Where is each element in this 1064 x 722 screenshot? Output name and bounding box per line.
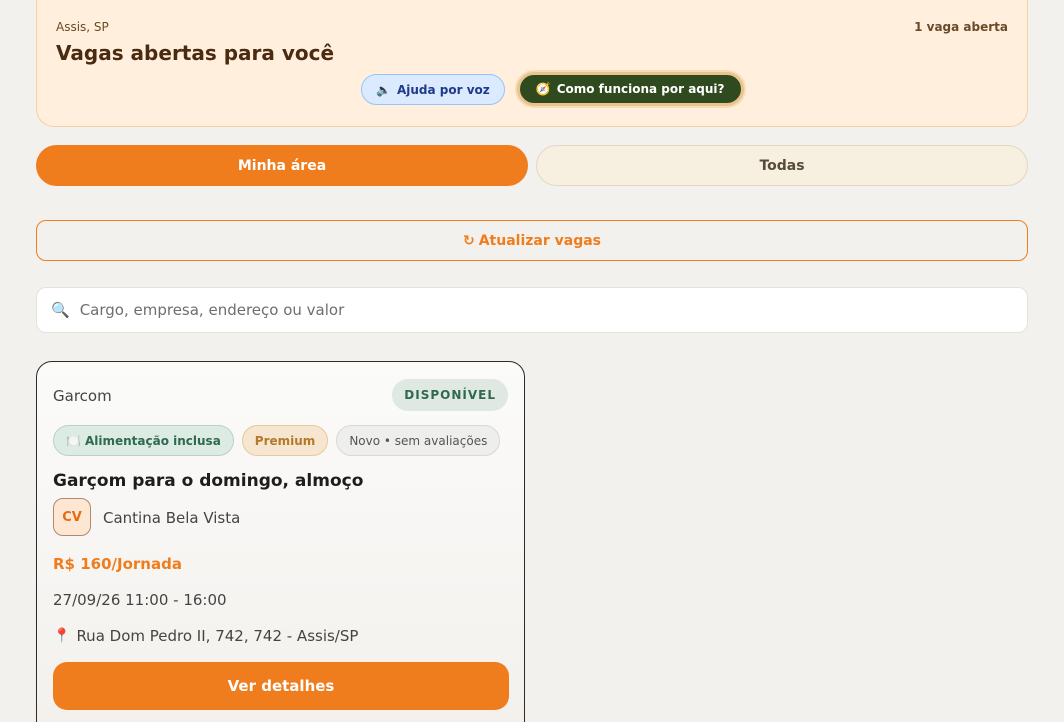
search-bar: 🔍 [36, 287, 1028, 333]
chip-rating: Novo • sem avaliações [336, 425, 501, 456]
status-badge: DISPONÍVEL [392, 379, 508, 411]
job-pay: R$ 160/Jornada [53, 555, 182, 573]
voice-help-label: Ajuda por voz [396, 82, 490, 97]
how-it-works-label: Como funciona por aqui? [556, 82, 725, 96]
location-label: Assis, SP [56, 20, 109, 34]
chip-food: 🍽️ Alimentação inclusa [53, 425, 234, 456]
job-datetime: 27/09/26 11:00 - 16:00 [53, 591, 227, 609]
refresh-label: Atualizar vagas [478, 232, 602, 249]
voice-help-button[interactable]: 🔈 Ajuda por voz [361, 74, 505, 105]
job-card: Garcom DISPONÍVEL 🍽️ Alimentação inclusa… [36, 361, 525, 722]
job-title: Garçom para o domingo, almoço [53, 471, 364, 491]
meal-icon: 🍽️ [66, 433, 81, 448]
compass-icon: 🧭 [535, 82, 551, 96]
address-text: Rua Dom Pedro II, 742, 742 - Assis/SP [76, 627, 359, 645]
magnifier-icon: 🔍 [51, 301, 70, 319]
job-address: 📍 Rua Dom Pedro II, 742, 742 - Assis/SP [53, 627, 358, 645]
page-title: Vagas abertas para você [56, 41, 335, 65]
tab-todas[interactable]: Todas [536, 145, 1028, 186]
company-avatar: CV [53, 498, 91, 536]
header-banner: Assis, SP 1 vaga aberta Vagas abertas pa… [36, 0, 1028, 127]
job-role: Garcom [53, 387, 112, 405]
refresh-icon: ↻ [462, 232, 475, 249]
tab-minha-area[interactable]: Minha área [36, 145, 528, 186]
company-name: Cantina Bela Vista [103, 509, 241, 527]
speaker-icon: 🔈 [376, 82, 391, 97]
how-it-works-button[interactable]: 🧭 Como funciona por aqui? [516, 72, 744, 106]
pin-icon: 📍 [53, 628, 71, 644]
chip-premium: Premium [241, 425, 329, 456]
view-details-button[interactable]: Ver detalhes [53, 662, 509, 710]
job-chips: 🍽️ Alimentação inclusa Premium Novo • se… [53, 425, 501, 456]
header-buttons: 🔈 Ajuda por voz 🧭 Como funciona por aqui… [361, 72, 744, 106]
refresh-button[interactable]: ↻ Atualizar vagas [36, 220, 1028, 261]
open-count: 1 vaga aberta [914, 20, 1008, 34]
search-input[interactable] [79, 301, 1027, 319]
